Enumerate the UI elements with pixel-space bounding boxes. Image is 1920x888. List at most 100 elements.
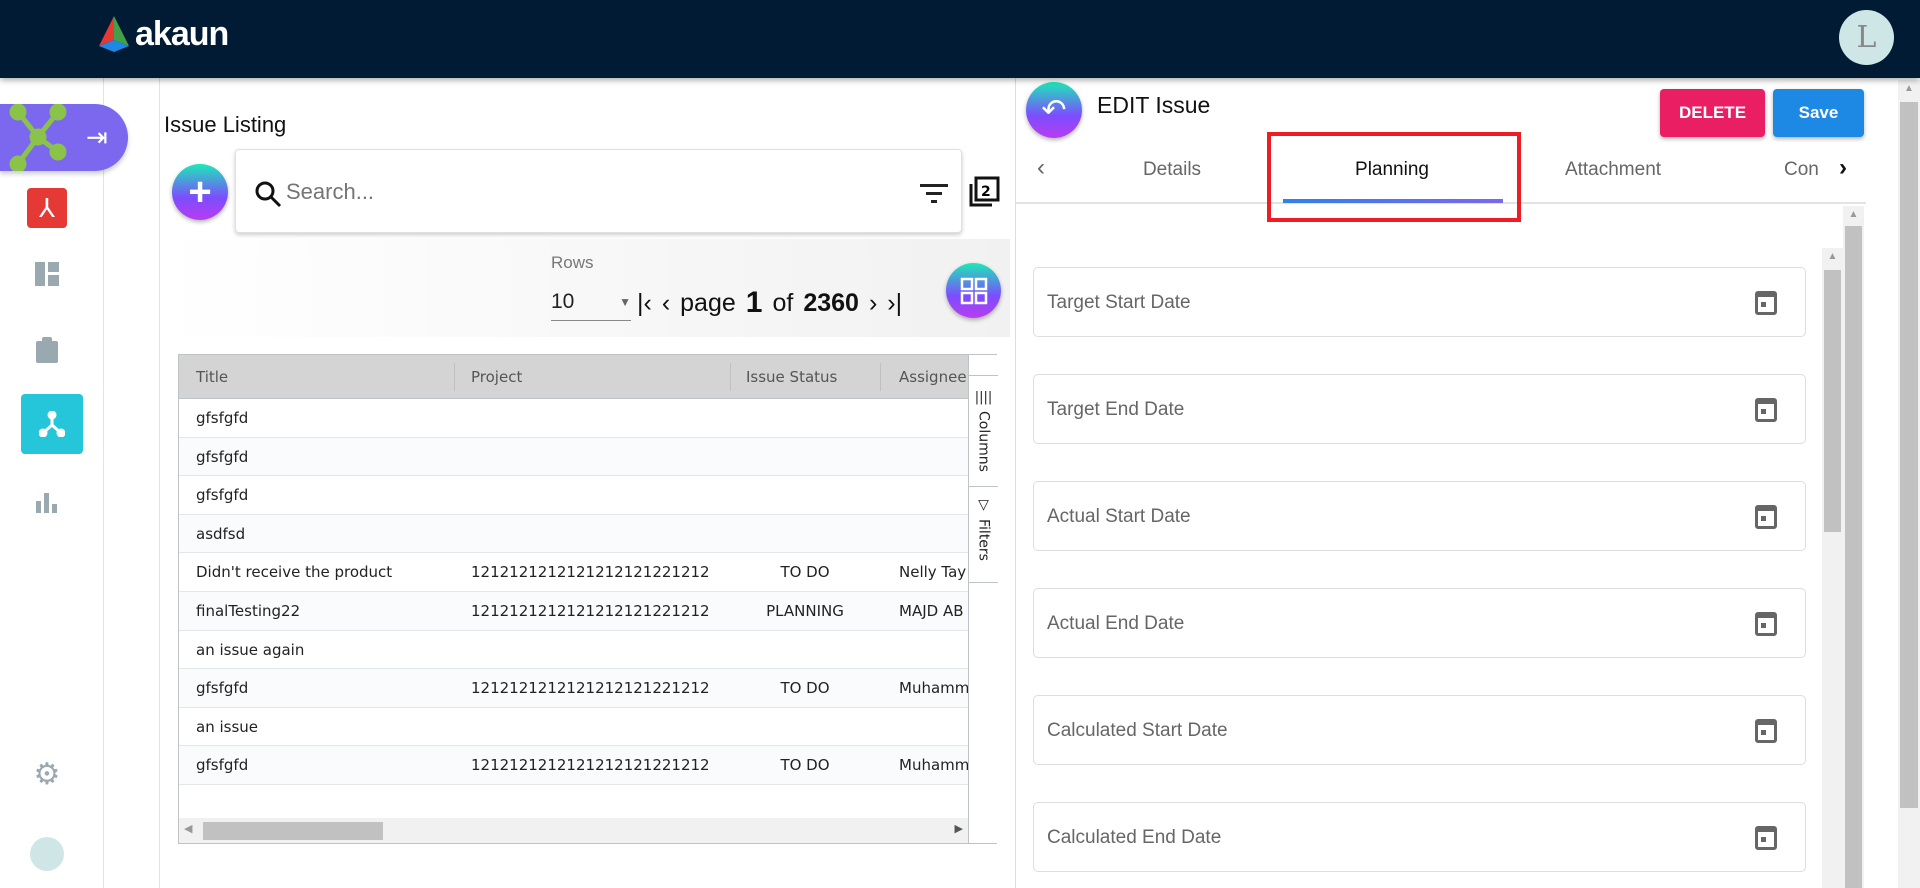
cell-title: Didn't receive the product: [196, 563, 393, 582]
column-header-project[interactable]: Project: [471, 368, 522, 386]
date-field-label: Actual Start Date: [1047, 506, 1191, 527]
date-field[interactable]: Target End Date: [1033, 374, 1806, 444]
cell-title: gfsfgfd: [196, 679, 249, 698]
table-row[interactable]: asdfsd: [179, 514, 968, 554]
calendar-icon[interactable]: [1755, 291, 1777, 315]
columns-panel-button[interactable]: |||| Columns: [969, 375, 998, 487]
issue-table: Title Project Issue Status Assignee gfsf…: [178, 354, 998, 844]
user-avatar[interactable]: L: [1839, 10, 1894, 65]
clipboard-icon[interactable]: [27, 330, 67, 370]
column-header-issue-status[interactable]: Issue Status: [746, 368, 837, 386]
workflow-icon: [39, 411, 65, 437]
save-button[interactable]: Save: [1773, 89, 1864, 137]
first-page-icon[interactable]: |‹: [637, 289, 652, 318]
login-icon[interactable]: ⇥: [86, 122, 108, 153]
page-scrollbar[interactable]: ▲: [1898, 80, 1920, 888]
table-row[interactable]: gfsfgfd: [179, 399, 968, 438]
cell-status: TO DO: [780, 563, 830, 582]
date-field-label: Target Start Date: [1047, 292, 1191, 313]
cell-title: gfsfgfd: [196, 486, 249, 505]
scrollbar-thumb[interactable]: [203, 822, 383, 840]
profile-avatar[interactable]: [27, 834, 67, 874]
date-field-label: Target End Date: [1047, 399, 1185, 420]
of-word: of: [772, 288, 794, 317]
table-row[interactable]: Didn't receive the product 12121212121212…: [179, 553, 968, 592]
dashboard-icon[interactable]: [27, 254, 67, 294]
cell-project: 1212121212121212121221212: [471, 602, 710, 620]
cell-title: finalTesting22: [196, 602, 301, 620]
tab-con[interactable]: Con: [1784, 159, 1820, 181]
sidebar-item-issue-tracker[interactable]: ⇥: [0, 104, 128, 171]
table-header: Title Project Issue Status Assignee: [179, 355, 968, 399]
cell-status: TO DO: [780, 679, 830, 698]
cell-project: 1212121212121212121221212: [471, 563, 710, 582]
date-field[interactable]: Target Start Date: [1033, 267, 1806, 337]
prev-page-icon[interactable]: ‹: [662, 289, 670, 318]
inner-scrollbar[interactable]: ▲: [1822, 248, 1843, 888]
search-input[interactable]: [286, 172, 846, 212]
column-header-assignee[interactable]: Assignee: [899, 368, 968, 386]
total-pages: 2360: [803, 288, 859, 317]
cell-assignee: Muhamm: [899, 756, 968, 775]
table-row[interactable]: an issue: [179, 708, 968, 747]
last-page-icon[interactable]: ›|: [887, 289, 902, 318]
tab-details[interactable]: Details: [1143, 159, 1201, 181]
date-field-label: Calculated Start Date: [1047, 720, 1228, 741]
calendar-icon[interactable]: [1755, 505, 1777, 529]
copy-layers-icon[interactable]: 2: [968, 176, 1000, 208]
add-issue-button[interactable]: +: [172, 164, 228, 220]
horizontal-scrollbar[interactable]: ◀ ▶: [179, 818, 968, 843]
columns-icon: ||||: [974, 390, 993, 405]
next-page-icon[interactable]: ›: [869, 289, 877, 318]
acrobat-icon[interactable]: ⅄: [27, 188, 67, 228]
table-row[interactable]: gfsfgfd: [179, 476, 968, 515]
date-field[interactable]: Calculated End Date: [1033, 802, 1806, 872]
settings-gear-icon[interactable]: ⚙: [27, 754, 67, 794]
cell-title: gfsfgfd: [196, 409, 249, 427]
logo-icon: [99, 16, 129, 52]
filters-panel-button[interactable]: ▽ Filters: [969, 487, 998, 583]
edit-issue-title: EDIT Issue: [1097, 92, 1211, 118]
cell-title: gfsfgfd: [196, 447, 249, 466]
cell-assignee: Nelly Tay: [899, 563, 967, 582]
cell-status: PLANNING: [766, 602, 844, 620]
sidebar-divider: [104, 78, 160, 888]
sidebar-item-workflow[interactable]: [21, 394, 83, 454]
cell-title: asdfsd: [196, 524, 246, 543]
akaun-logo[interactable]: akaun: [97, 14, 229, 54]
table-row[interactable]: gfsfgfd: [179, 437, 968, 477]
chevron-down-icon: ▼: [619, 294, 631, 309]
table-row[interactable]: gfsfgfd 1212121212121212121221212 TO DO Muh…: [179, 669, 968, 708]
grid-view-button[interactable]: [946, 263, 1001, 318]
pager: |‹ ‹ page 1 of 2360 › ›|: [637, 286, 902, 320]
calendar-icon[interactable]: [1755, 398, 1777, 422]
date-field[interactable]: Calculated Start Date: [1033, 695, 1806, 765]
columns-label: Columns: [975, 411, 992, 472]
column-header-title[interactable]: Title: [196, 368, 228, 386]
current-page: 1: [745, 286, 763, 319]
cell-title: an issue again: [196, 640, 305, 659]
filter-funnel-icon: ▽: [978, 497, 989, 513]
cell-project: 1212121212121212121221212: [471, 679, 710, 698]
cell-title: an issue: [196, 717, 258, 736]
brand-name: akaun: [135, 14, 229, 53]
back-button[interactable]: ↶: [1026, 82, 1082, 138]
table-row[interactable]: an issue again: [179, 631, 968, 670]
tab-attachment[interactable]: Attachment: [1565, 159, 1661, 181]
calendar-icon[interactable]: [1755, 612, 1777, 636]
table-row[interactable]: finalTesting22 1212121212121212121221212 P…: [179, 592, 968, 631]
table-row[interactable]: gfsfgfd 1212121212121212121221212 TO DO Muh…: [179, 746, 968, 785]
cell-project: 1212121212121212121221212: [471, 756, 710, 775]
form-scrollbar[interactable]: ▲: [1843, 206, 1864, 888]
rows-per-page-select[interactable]: 10 ▼: [551, 283, 631, 321]
tab-scroll-left-icon[interactable]: ‹: [1037, 154, 1045, 182]
filter-icon[interactable]: [920, 182, 948, 204]
cell-assignee: Muhamm: [899, 679, 968, 698]
tab-scroll-right-icon[interactable]: ›: [1839, 154, 1847, 182]
calendar-icon[interactable]: [1755, 826, 1777, 850]
calendar-icon[interactable]: [1755, 719, 1777, 743]
date-field[interactable]: Actual End Date: [1033, 588, 1806, 658]
bar-chart-icon[interactable]: [27, 482, 67, 522]
delete-button[interactable]: DELETE: [1660, 89, 1765, 137]
date-field[interactable]: Actual Start Date: [1033, 481, 1806, 551]
